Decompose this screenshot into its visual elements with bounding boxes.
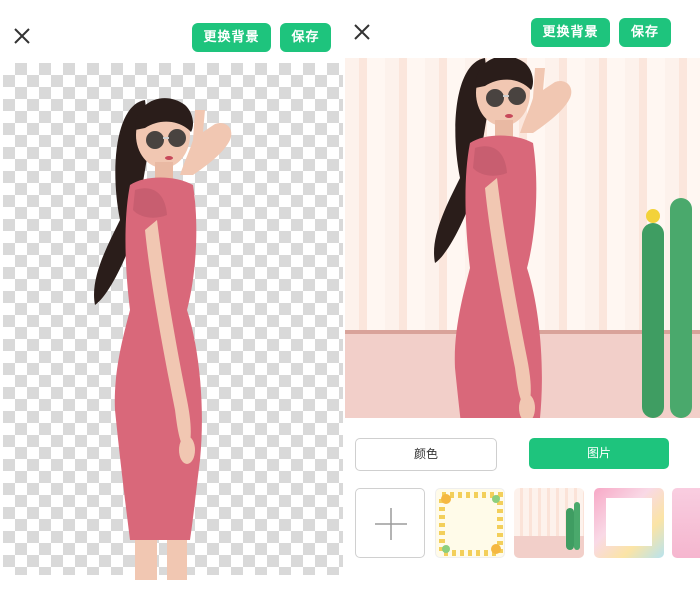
close-icon[interactable]: [12, 26, 32, 46]
tab-color[interactable]: 颜色: [355, 438, 497, 471]
floral-frame-icon: [439, 492, 503, 556]
save-button[interactable]: 保存: [280, 23, 331, 52]
cutout-person-image[interactable]: [75, 80, 255, 580]
plus-icon: [375, 508, 407, 540]
background-thumbnail-cactus[interactable]: [514, 488, 584, 558]
background-thumbnail-floral[interactable]: [435, 488, 505, 558]
change-background-button[interactable]: 更换背景: [192, 23, 271, 52]
left-screen: 更换背景 保存: [0, 0, 345, 605]
close-icon[interactable]: [352, 22, 372, 42]
change-background-button[interactable]: 更换背景: [531, 18, 610, 47]
frame-inner: [606, 498, 652, 546]
background-thumbnail-partial[interactable]: [672, 488, 700, 558]
save-button[interactable]: 保存: [619, 18, 671, 47]
preview-canvas[interactable]: [345, 58, 700, 418]
person-image[interactable]: [415, 58, 595, 418]
background-thumbnail-pink-frame[interactable]: [594, 488, 664, 558]
right-screen: 更换背景 保存 颜色 图片: [345, 0, 700, 605]
add-background-thumbnail[interactable]: [355, 488, 425, 558]
cactus-scene-icon: [514, 502, 584, 558]
cactus-decoration: [642, 198, 692, 418]
tab-image[interactable]: 图片: [529, 438, 669, 469]
